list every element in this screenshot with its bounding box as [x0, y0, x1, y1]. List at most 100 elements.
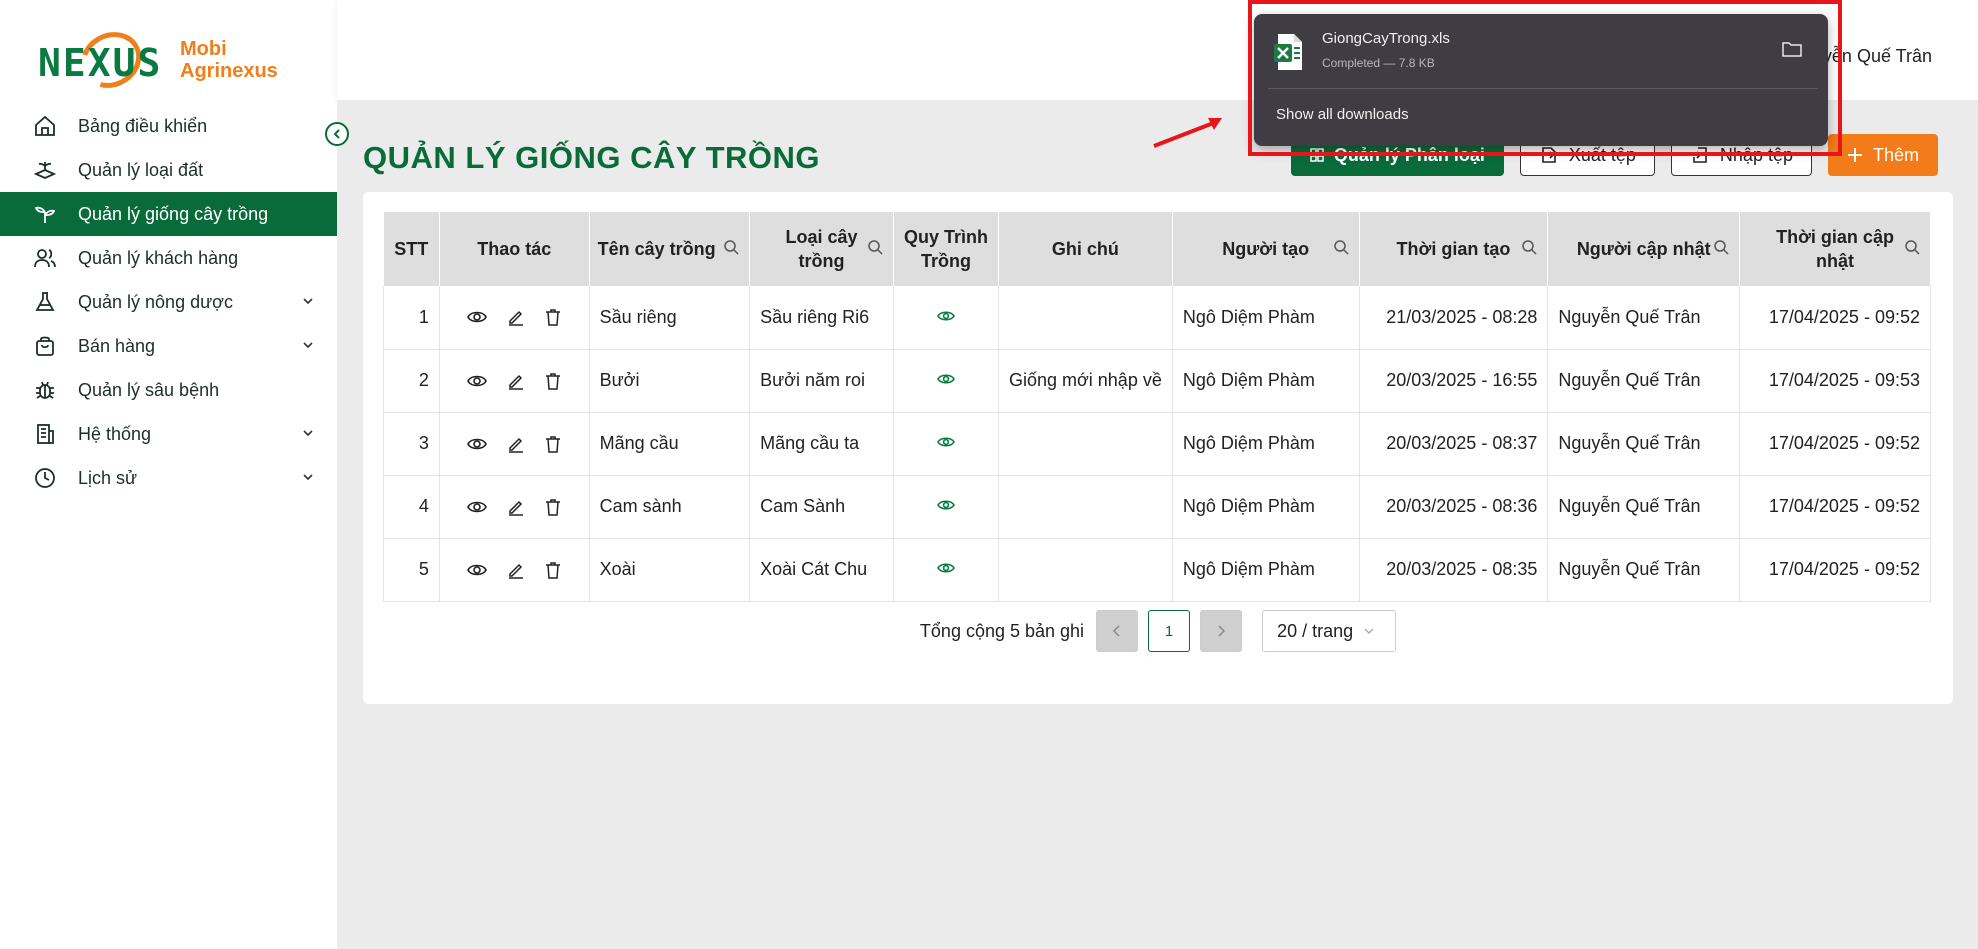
sidebar-collapse-button[interactable]: [325, 122, 349, 146]
sidebar-item-label: Quản lý sâu bệnh: [78, 379, 220, 400]
search-icon[interactable]: [1904, 239, 1920, 255]
table-row[interactable]: 2 Bưởi Bưởi năm roi Giống mới nhập về Ngô Di…: [383, 349, 1931, 413]
view-process-icon[interactable]: [937, 498, 955, 512]
edit-icon[interactable]: [507, 372, 525, 390]
column-header-creator[interactable]: Người tạo: [1172, 212, 1360, 286]
delete-icon[interactable]: [545, 308, 561, 326]
sidebar-item-sales[interactable]: Bán hàng: [0, 324, 337, 368]
table-header-row: STT Thao tác Tên cây trồng Loại cây trồn…: [383, 212, 1931, 286]
cell-stt: 2: [383, 349, 440, 413]
cell-updated-time: 17/04/2025 - 09:52: [1739, 286, 1931, 350]
table-row[interactable]: 5 Xoài Xoài Cát Chu Ngô Diệm Phàm 20/03/2025…: [383, 538, 1931, 602]
sidebar-item-customers[interactable]: Quản lý khách hàng: [0, 236, 337, 280]
sidebar: NEXUS Mobi Agrinexus Bảng điều khiển Quả…: [0, 0, 337, 949]
download-file-name[interactable]: GiongCayTrong.xls: [1322, 30, 1450, 47]
view-icon[interactable]: [467, 497, 488, 517]
column-header-stt: STT: [383, 212, 440, 286]
cell-updated-time: 17/04/2025 - 09:52: [1739, 475, 1931, 539]
user-name[interactable]: yễn Quế Trân: [1823, 46, 1932, 67]
sidebar-item-dashboard[interactable]: Bảng điều khiển: [0, 104, 337, 148]
sidebar-item-soil-types[interactable]: Quản lý loại đất: [0, 148, 337, 192]
chevron-left-icon: [1113, 625, 1120, 637]
nexus-logo-mark: NEXUS: [38, 21, 168, 99]
cell-process: [893, 286, 999, 350]
view-process-icon[interactable]: [937, 372, 955, 386]
delete-icon[interactable]: [545, 498, 561, 516]
next-page-button[interactable]: [1200, 610, 1243, 652]
cell-created-time: 20/03/2025 - 08:36: [1359, 475, 1549, 539]
table-body: 1 Sầu riêng Sầu riêng Ri6 Ngô Diệm Phàm 21/0…: [383, 286, 1931, 602]
edit-icon[interactable]: [507, 561, 525, 579]
add-button[interactable]: Thêm: [1827, 134, 1938, 176]
table-row[interactable]: 4 Cam sành Cam Sành Ngô Diệm Phàm 20/03/2025…: [383, 475, 1931, 539]
sidebar-item-label: Lịch sử: [78, 467, 138, 488]
excel-file-icon: [1274, 34, 1302, 70]
sidebar-item-label: Quản lý loại đất: [78, 159, 204, 180]
sidebar-item-plant-varieties[interactable]: Quản lý giống cây trồng: [0, 192, 337, 236]
cell-plant-type: Sầu riêng Ri6: [749, 286, 894, 350]
folder-icon[interactable]: [1782, 40, 1802, 58]
column-header-plant-name[interactable]: Tên cây trồng: [589, 212, 751, 286]
delete-icon[interactable]: [545, 372, 561, 390]
view-icon[interactable]: [467, 560, 488, 580]
column-header-updated-time[interactable]: Thời gian cập nhật: [1739, 212, 1931, 286]
annotation-arrow: [1153, 118, 1222, 148]
cell-creator: Ngô Diệm Phàm: [1172, 286, 1360, 350]
search-icon[interactable]: [867, 239, 883, 255]
edit-icon[interactable]: [507, 308, 525, 326]
cell-creator: Ngô Diệm Phàm: [1172, 475, 1360, 539]
view-icon[interactable]: [467, 307, 488, 327]
sidebar-item-history[interactable]: Lịch sử: [0, 456, 337, 500]
total-records: Tổng cộng 5 bản ghi: [919, 620, 1085, 641]
chevron-right-icon: [1218, 625, 1226, 637]
cell-process: [893, 538, 999, 602]
edit-icon[interactable]: [507, 435, 525, 453]
delete-icon[interactable]: [545, 561, 561, 579]
table-row[interactable]: 3 Mãng cầu Mãng cầu ta Ngô Diệm Phàm 20/03/2…: [383, 412, 1931, 476]
search-icon[interactable]: [1333, 239, 1349, 255]
clock-icon: [32, 465, 58, 491]
sidebar-item-pests[interactable]: Quản lý sâu bệnh: [0, 368, 337, 412]
cell-created-time: 20/03/2025 - 08:35: [1359, 538, 1549, 602]
edit-icon[interactable]: [507, 498, 525, 516]
import-file-label: Nhập tệp: [1719, 144, 1793, 165]
cell-stt: 3: [383, 412, 440, 476]
cell-actions: [439, 475, 590, 539]
cell-actions: [439, 538, 590, 602]
column-header-plant-type[interactable]: Loại cây trồng: [749, 212, 894, 286]
prev-page-button[interactable]: [1096, 610, 1139, 652]
view-icon[interactable]: [467, 371, 488, 391]
sidebar-item-label: Hệ thống: [78, 423, 152, 444]
search-icon[interactable]: [723, 239, 739, 255]
download-status: Completed — 7.8 KB: [1322, 56, 1435, 70]
view-process-icon[interactable]: [937, 435, 955, 449]
cell-stt: 4: [383, 475, 440, 539]
column-header-created-time[interactable]: Thời gian tạo: [1359, 212, 1549, 286]
cell-plant-type: Xoài Cát Chu: [749, 538, 894, 602]
sidebar-item-pesticides[interactable]: Quản lý nông dược: [0, 280, 337, 324]
search-icon[interactable]: [1521, 239, 1537, 255]
delete-icon[interactable]: [545, 435, 561, 453]
bug-icon: [32, 377, 58, 403]
chevron-left-icon: [333, 129, 340, 139]
add-label: Thêm: [1872, 144, 1919, 165]
plant-icon: [32, 201, 58, 227]
export-file-label: Xuất tệp: [1568, 144, 1636, 165]
cell-updater: Nguyễn Quế Trân: [1547, 475, 1741, 539]
cell-stt: 5: [383, 538, 440, 602]
search-icon[interactable]: [1713, 239, 1729, 255]
sidebar-item-system[interactable]: Hệ thống: [0, 412, 337, 456]
show-all-downloads-link[interactable]: Show all downloads: [1276, 106, 1409, 123]
view-icon[interactable]: [467, 434, 488, 454]
cell-note: [998, 286, 1173, 350]
cell-plant-type: Cam Sành: [749, 475, 894, 539]
page-number-button[interactable]: 1: [1148, 610, 1191, 652]
app-logo[interactable]: NEXUS Mobi Agrinexus: [38, 21, 288, 99]
sidebar-menu: Bảng điều khiển Quản lý loại đất Quản lý…: [0, 104, 337, 500]
table-row[interactable]: 1 Sầu riêng Sầu riêng Ri6 Ngô Diệm Phàm 21/0…: [383, 286, 1931, 350]
column-header-actions: Thao tác: [439, 212, 590, 286]
column-header-updater[interactable]: Người cập nhật: [1547, 212, 1741, 286]
view-process-icon[interactable]: [937, 561, 955, 575]
page-size-select[interactable]: 20 / trang: [1262, 610, 1397, 652]
view-process-icon[interactable]: [937, 309, 955, 323]
